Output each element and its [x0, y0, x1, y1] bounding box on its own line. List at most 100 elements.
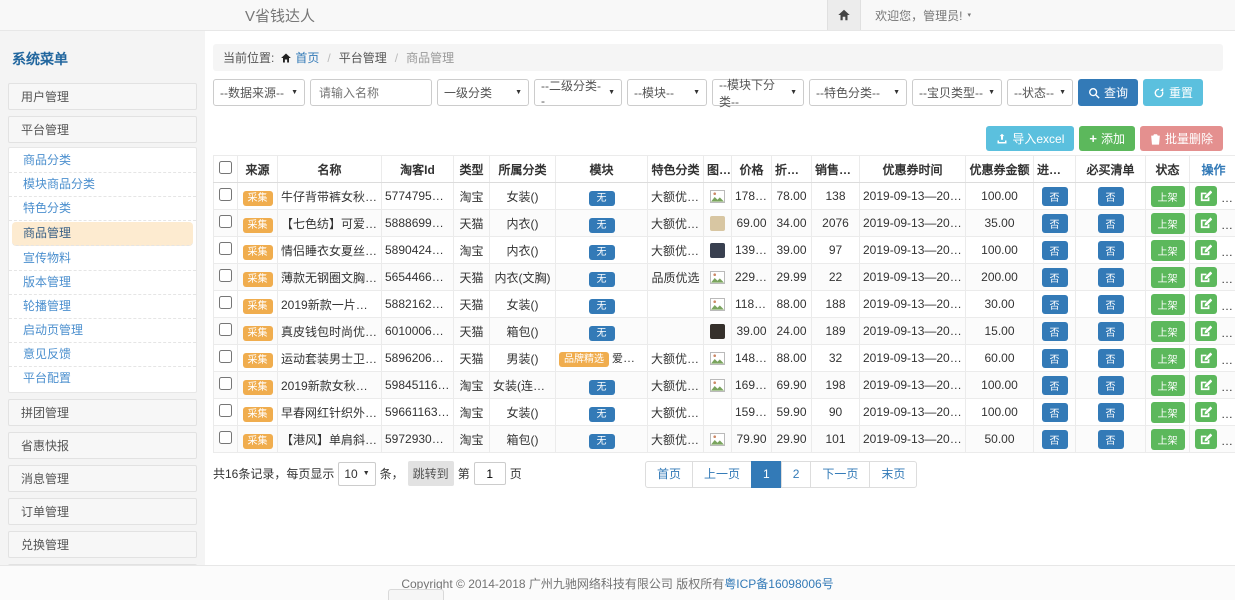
edit-button[interactable]: [1195, 348, 1217, 368]
icp-link[interactable]: 粤ICP备16098006号: [724, 575, 833, 592]
import-flag-button[interactable]: 否: [1042, 322, 1068, 341]
batch-delete-button[interactable]: 批量删除: [1140, 126, 1223, 151]
sidebar-group[interactable]: 拼团管理: [8, 399, 197, 426]
must-buy-button[interactable]: 否: [1098, 322, 1124, 341]
select-all-checkbox[interactable]: [219, 161, 232, 174]
must-buy-button[interactable]: 否: [1098, 268, 1124, 287]
row-checkbox[interactable]: [219, 242, 232, 255]
cell-import-flag: 否: [1034, 210, 1076, 237]
must-buy-button[interactable]: 否: [1098, 187, 1124, 206]
breadcrumb-home-link[interactable]: 首页: [295, 49, 319, 66]
edit-button[interactable]: [1195, 267, 1217, 287]
cell-icon: [704, 399, 732, 426]
import-flag-button[interactable]: 否: [1042, 403, 1068, 422]
filter-select[interactable]: --模块--▼: [627, 79, 707, 106]
edit-button[interactable]: [1195, 294, 1217, 314]
sidebar-item[interactable]: 平台配置: [9, 367, 196, 391]
broken-image-icon: [710, 379, 725, 392]
sidebar-group[interactable]: 消息管理: [8, 465, 197, 492]
status-button[interactable]: 上架: [1151, 348, 1185, 369]
row-checkbox[interactable]: [219, 215, 232, 228]
must-buy-button[interactable]: 否: [1098, 241, 1124, 260]
sidebar-item[interactable]: 商品分类: [9, 149, 196, 173]
row-checkbox[interactable]: [219, 350, 232, 363]
must-buy-button[interactable]: 否: [1098, 349, 1124, 368]
import-excel-button[interactable]: 导入excel: [986, 126, 1074, 151]
sidebar-item[interactable]: 轮播管理: [9, 295, 196, 319]
must-buy-button[interactable]: 否: [1098, 430, 1124, 449]
import-flag-button[interactable]: 否: [1042, 349, 1068, 368]
sidebar-group[interactable]: 订单管理: [8, 498, 197, 525]
edit-button[interactable]: [1195, 375, 1217, 395]
row-checkbox[interactable]: [219, 377, 232, 390]
filter-select[interactable]: --状态--▼: [1007, 79, 1073, 106]
filter-select[interactable]: --宝贝类型--▼: [912, 79, 1002, 106]
cell-category: 内衣(): [490, 237, 556, 264]
edit-button[interactable]: [1195, 429, 1217, 449]
page-button[interactable]: 首页: [645, 461, 693, 488]
sidebar-group[interactable]: 平台管理: [8, 116, 197, 143]
sidebar-group[interactable]: 省惠快报: [8, 432, 197, 459]
status-button[interactable]: 上架: [1151, 429, 1185, 450]
page-button[interactable]: 下一页: [810, 461, 870, 488]
sidebar-item[interactable]: 意见反馈: [9, 343, 196, 367]
row-checkbox[interactable]: [219, 404, 232, 417]
status-button[interactable]: 上架: [1151, 321, 1185, 342]
sidebar-item[interactable]: 特色分类: [9, 197, 196, 221]
filter-select[interactable]: --二级分类--▼: [534, 79, 622, 106]
row-checkbox[interactable]: [219, 296, 232, 309]
import-flag-button[interactable]: 否: [1042, 187, 1068, 206]
must-buy-button[interactable]: 否: [1098, 295, 1124, 314]
sidebar-group[interactable]: 用户管理: [8, 83, 197, 110]
filter-select[interactable]: 一级分类▼: [437, 79, 529, 106]
status-button[interactable]: 上架: [1151, 186, 1185, 207]
add-button[interactable]: + 添加: [1079, 126, 1135, 151]
must-buy-button[interactable]: 否: [1098, 376, 1124, 395]
filter-select[interactable]: --模块下分类--▼: [712, 79, 804, 106]
row-checkbox[interactable]: [219, 431, 232, 444]
user-menu[interactable]: 欢迎您，管理员! ▾: [861, 7, 985, 24]
page-button[interactable]: 2: [781, 461, 812, 488]
edit-button[interactable]: [1195, 321, 1217, 341]
row-checkbox[interactable]: [219, 188, 232, 201]
import-flag-button[interactable]: 否: [1042, 241, 1068, 260]
status-button[interactable]: 上架: [1151, 402, 1185, 423]
import-flag-button[interactable]: 否: [1042, 430, 1068, 449]
status-button[interactable]: 上架: [1151, 267, 1185, 288]
cell-checkbox: [214, 372, 238, 399]
edit-button[interactable]: [1195, 213, 1217, 233]
must-buy-button[interactable]: 否: [1098, 214, 1124, 233]
row-checkbox[interactable]: [219, 323, 232, 336]
edit-button[interactable]: [1195, 240, 1217, 260]
sidebar-group[interactable]: 兑换管理: [8, 531, 197, 558]
import-flag-button[interactable]: 否: [1042, 376, 1068, 395]
sidebar-item[interactable]: 启动页管理: [9, 319, 196, 343]
filter-select[interactable]: --数据来源--▼: [213, 79, 305, 106]
status-button[interactable]: 上架: [1151, 213, 1185, 234]
jump-button[interactable]: 跳转到: [408, 461, 454, 486]
reset-button[interactable]: 重置: [1143, 79, 1203, 106]
sidebar-item[interactable]: 宣传物料: [9, 247, 196, 271]
edit-button[interactable]: [1195, 402, 1217, 422]
page-button[interactable]: 末页: [869, 461, 917, 488]
must-buy-button[interactable]: 否: [1098, 403, 1124, 422]
jump-page-input[interactable]: [474, 462, 506, 485]
search-button[interactable]: 查询: [1078, 79, 1138, 106]
sidebar-item[interactable]: 商品管理: [12, 222, 193, 246]
import-flag-button[interactable]: 否: [1042, 295, 1068, 314]
filter-select[interactable]: --特色分类--▼: [809, 79, 907, 106]
edit-button[interactable]: [1195, 186, 1217, 206]
page-button[interactable]: 上一页: [692, 461, 752, 488]
sidebar-item[interactable]: 模块商品分类: [9, 173, 196, 197]
home-button[interactable]: [827, 0, 861, 30]
name-search-input[interactable]: [310, 79, 432, 106]
import-flag-button[interactable]: 否: [1042, 268, 1068, 287]
row-checkbox[interactable]: [219, 269, 232, 282]
status-button[interactable]: 上架: [1151, 294, 1185, 315]
import-flag-button[interactable]: 否: [1042, 214, 1068, 233]
status-button[interactable]: 上架: [1151, 375, 1185, 396]
page-button[interactable]: 1: [751, 461, 782, 488]
status-button[interactable]: 上架: [1151, 240, 1185, 261]
sidebar-item[interactable]: 版本管理: [9, 271, 196, 295]
page-size-select[interactable]: 10 ▼: [338, 462, 375, 486]
